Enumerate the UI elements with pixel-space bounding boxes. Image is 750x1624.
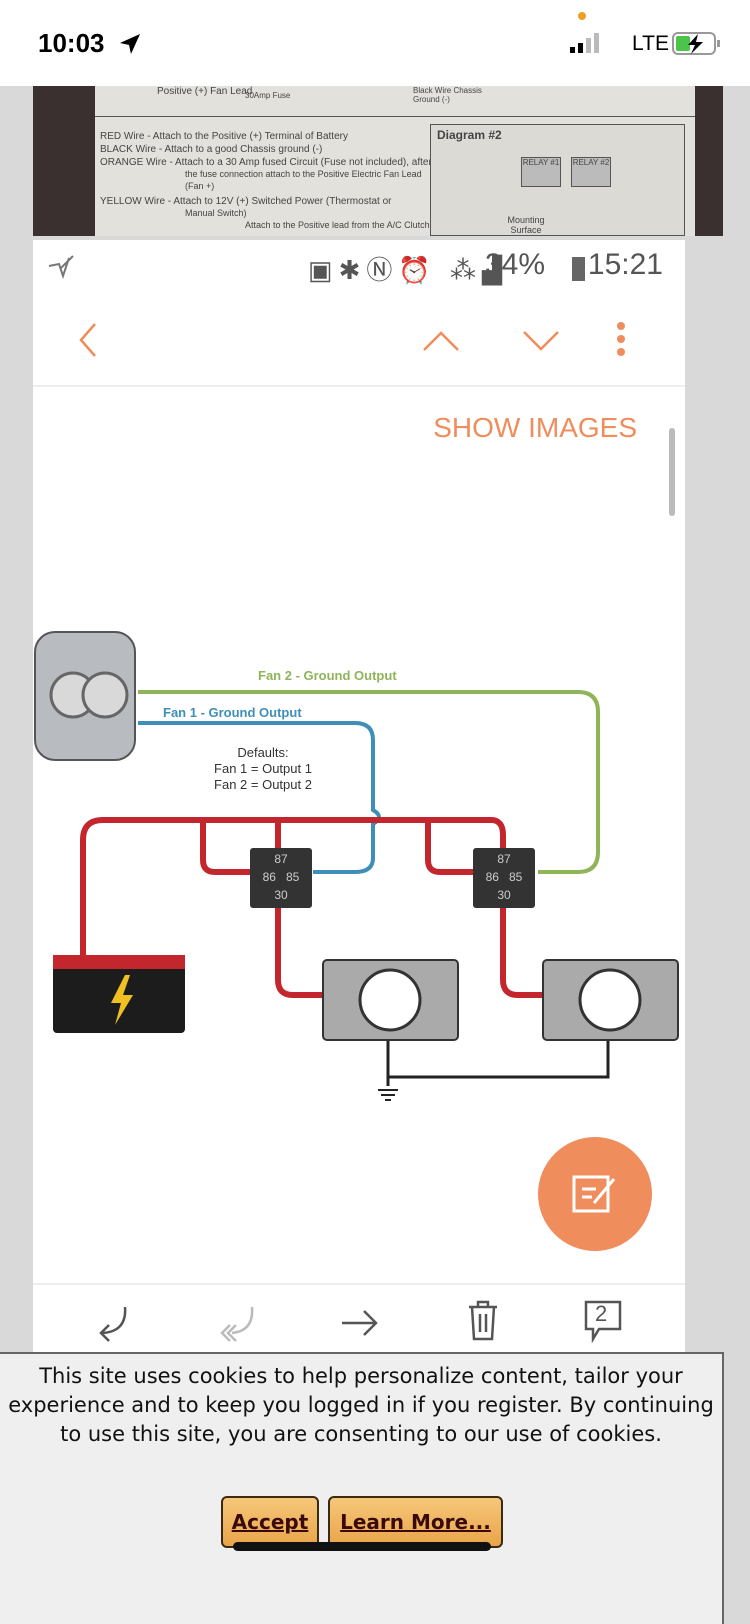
android-screenshot: ▣✱Ⓝ⏰ ⁂▟ 34% 15:21 SHOW IMAGES Fan 2 - Gr… <box>33 240 685 1352</box>
cookie-message: This site uses cookies to help personali… <box>8 1364 714 1446</box>
fan-1-image <box>322 959 459 1041</box>
location-arrow-icon <box>120 34 140 54</box>
comment-count: 2 <box>595 1301 608 1326</box>
relay-2-pins: 87 86 85 30 <box>485 852 523 902</box>
network-type: LTE <box>632 32 669 55</box>
android-clock: 15:21 <box>587 248 663 281</box>
learn-more-button[interactable]: Learn More... <box>328 1496 503 1548</box>
privacy-indicator-dot <box>578 12 586 20</box>
controller-image <box>34 631 136 761</box>
clock: 10:03 <box>38 28 105 58</box>
home-indicator[interactable] <box>233 1542 491 1551</box>
fan1-label: Fan 1 - Ground Output <box>163 705 302 720</box>
fan2-label: Fan 2 - Ground Output <box>258 668 397 683</box>
cookie-consent-banner: This site uses cookies to help personali… <box>0 1352 724 1624</box>
ground-wire <box>386 1040 610 1086</box>
battery-image <box>53 955 185 1033</box>
ground-symbol <box>378 1089 398 1101</box>
forward-icon[interactable] <box>338 1303 382 1343</box>
scrollbar[interactable] <box>669 428 675 516</box>
reply-all-icon[interactable] <box>218 1303 258 1343</box>
instruction-sheet-photo: Positive (+) Fan Lead 30Amp Fuse Black W… <box>33 86 723 236</box>
trash-icon[interactable] <box>463 1297 503 1343</box>
back-icon[interactable] <box>73 320 103 360</box>
ios-status-bar: 10:03 LTE <box>0 0 750 86</box>
edit-icon <box>572 1175 616 1213</box>
relay-1-pins: 87 86 85 30 <box>262 852 300 902</box>
bottom-action-bar: 2 <box>33 1283 685 1352</box>
fan-2-image <box>542 959 679 1041</box>
chevron-up-icon[interactable] <box>421 328 461 354</box>
app-notification-icon <box>48 255 74 280</box>
battery-charging-icon <box>672 32 720 55</box>
reply-icon[interactable] <box>93 1303 133 1343</box>
accept-button[interactable]: Accept <box>221 1496 319 1548</box>
toolbar-divider <box>33 385 685 387</box>
android-battery-icon <box>572 257 585 281</box>
chevron-down-icon[interactable] <box>521 328 561 354</box>
android-status-icons: ▣✱Ⓝ⏰ ⁂▟ <box>308 255 508 285</box>
defaults-note: Defaults: Fan 1 = Output 1 Fan 2 = Output … <box>214 745 312 792</box>
show-images-button[interactable]: SHOW IMAGES <box>433 412 637 444</box>
compose-fab[interactable] <box>538 1137 652 1251</box>
android-battery-percent: 34% <box>484 248 545 281</box>
signal-icon <box>570 33 599 53</box>
more-icon[interactable] <box>611 320 631 360</box>
comments-button[interactable]: 2 <box>583 1299 623 1344</box>
wiring-diagram <box>34 631 679 1101</box>
